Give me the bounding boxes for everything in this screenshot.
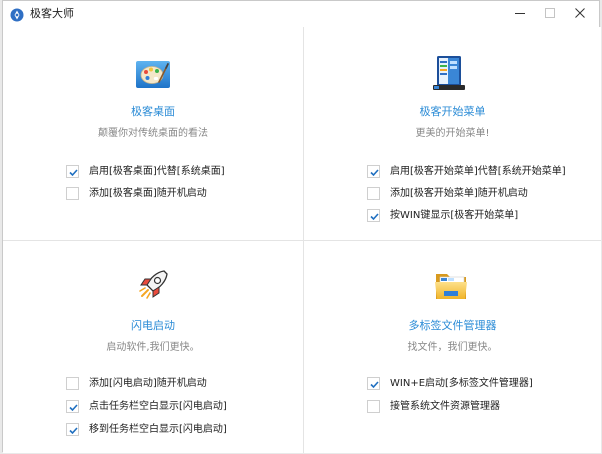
option-label: 移到任务栏空白显示[闪电启动] [89,423,227,435]
checkbox[interactable] [367,399,380,413]
panel-tabbed-file-manager: 多标签文件管理器 找文件，我们更快。 WIN+E启动[多标签文件管理器] 接管系… [304,241,601,453]
checkmark-icon [69,426,78,434]
start-menu-icon [430,53,470,93]
option-label: 添加[闪电启动]随开机启动 [89,377,207,389]
option-replace-system-explorer[interactable]: 接管系统文件资源管理器 [367,398,500,414]
checkbox[interactable] [367,208,380,222]
option-autostart-flash-launch[interactable]: 添加[闪电启动]随开机启动 [66,375,207,391]
app-window: 极客大师 极客桌面 颠覆你对传统桌面的看法 启用[极客桌面]代替[系统桌面] 添… [2,0,601,453]
checkmark-icon [69,403,78,411]
checkbox[interactable] [367,376,380,390]
option-label: 启用[极客桌面]代替[系统桌面] [89,165,225,177]
option-autostart-geek-desktop[interactable]: 添加[极客桌面]随开机启动 [66,185,207,201]
option-label: 按WIN键显示[极客开始菜单] [390,209,519,221]
maximize-icon [545,8,555,18]
title-bar[interactable]: 极客大师 [3,1,599,27]
checkbox[interactable] [367,186,380,200]
option-label: 添加[极客开始菜单]随开机启动 [390,187,528,199]
option-label: 接管系统文件资源管理器 [390,400,500,412]
app-logo-icon [10,7,24,22]
option-win-key-start-menu[interactable]: 按WIN键显示[极客开始菜单] [367,207,518,223]
option-label: 启用[极客开始菜单]代替[系统开始菜单] [390,165,566,177]
option-hover-taskbar-flash-launch[interactable]: 移到任务栏空白显示[闪电启动] [66,421,227,437]
option-win-e-file-manager[interactable]: WIN+E启动[多标签文件管理器] [367,375,533,391]
checkbox[interactable] [66,422,79,436]
option-label: WIN+E启动[多标签文件管理器] [390,377,533,389]
feature-description: 找文件，我们更快。 [407,342,498,353]
window-title: 极客大师 [30,7,74,20]
option-label: 点击任务栏空白显示[闪电启动] [89,400,227,412]
option-click-taskbar-flash-launch[interactable]: 点击任务栏空白显示[闪电启动] [66,398,227,414]
panel-geek-start-menu: 极客开始菜单 更美的开始菜单! 启用[极客开始菜单]代替[系统开始菜单] 添加[… [304,27,601,240]
feature-title: 多标签文件管理器 [408,319,497,332]
panel-flash-launch: 闪电启动 启动软件,我们更快。 添加[闪电启动]随开机启动 点击任务栏空白显示[… [3,241,303,453]
checkmark-icon [370,380,379,388]
checkbox[interactable] [367,164,380,178]
feature-description: 启动软件,我们更快。 [106,342,200,353]
checkmark-icon [69,168,78,176]
rocket-icon [133,265,173,305]
checkbox[interactable] [66,186,79,200]
close-button[interactable] [565,4,595,22]
checkbox[interactable] [66,399,79,413]
feature-description: 颠覆你对传统桌面的看法 [98,128,208,139]
close-icon [575,8,585,18]
checkbox[interactable] [66,376,79,390]
option-enable-geek-desktop[interactable]: 启用[极客桌面]代替[系统桌面] [66,163,225,179]
feature-description: 更美的开始菜单! [415,128,490,139]
feature-title: 极客桌面 [131,105,175,118]
minimize-icon [515,13,525,14]
checkmark-icon [370,168,379,176]
option-autostart-geek-start-menu[interactable]: 添加[极客开始菜单]随开机启动 [367,185,528,201]
folder-icon [432,265,472,305]
palette-icon [133,55,173,95]
checkmark-icon [370,212,379,220]
maximize-button[interactable] [535,4,565,22]
feature-title: 极客开始菜单 [419,105,486,118]
minimize-button[interactable] [505,4,535,22]
option-enable-geek-start-menu[interactable]: 启用[极客开始菜单]代替[系统开始菜单] [367,163,566,179]
panel-geek-desktop: 极客桌面 颠覆你对传统桌面的看法 启用[极客桌面]代替[系统桌面] 添加[极客桌… [3,27,303,240]
feature-title: 闪电启动 [131,319,175,332]
option-label: 添加[极客桌面]随开机启动 [89,187,207,199]
checkbox[interactable] [66,164,79,178]
